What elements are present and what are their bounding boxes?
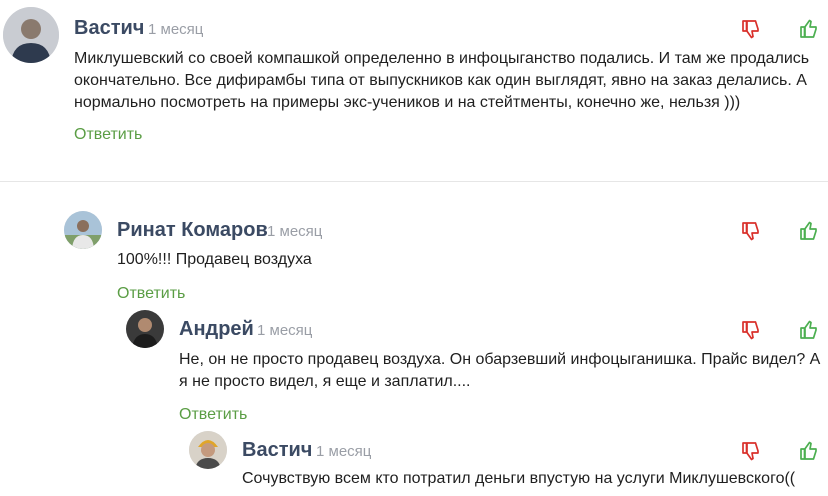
comment-author[interactable]: Вастич bbox=[242, 439, 312, 462]
thumbs-down-icon bbox=[742, 442, 759, 461]
thumbs-up-icon bbox=[800, 441, 817, 460]
reply-link[interactable]: Ответить bbox=[179, 406, 247, 424]
dislike-button[interactable] bbox=[740, 19, 760, 39]
dislike-button[interactable] bbox=[740, 441, 760, 461]
like-button[interactable] bbox=[798, 441, 818, 461]
thumbs-up-icon bbox=[800, 19, 817, 38]
dislike-button[interactable] bbox=[740, 221, 760, 241]
comment-text: Не, он не просто продавец воздуха. Он об… bbox=[179, 351, 821, 390]
comment-author[interactable]: Андрей bbox=[179, 318, 254, 341]
dislike-button[interactable] bbox=[740, 320, 760, 340]
avatar[interactable] bbox=[189, 431, 227, 469]
reply-link[interactable]: Ответить bbox=[117, 285, 185, 303]
avatar[interactable] bbox=[126, 310, 164, 348]
thumbs-up-icon bbox=[800, 221, 817, 240]
comment-timestamp: 1 месяц bbox=[267, 223, 323, 240]
like-button[interactable] bbox=[798, 221, 818, 241]
like-button[interactable] bbox=[798, 320, 818, 340]
divider bbox=[0, 181, 828, 182]
thumbs-down-icon bbox=[742, 20, 759, 39]
thumbs-down-icon bbox=[742, 222, 759, 241]
avatar[interactable] bbox=[3, 7, 59, 63]
like-button[interactable] bbox=[798, 19, 818, 39]
reply-link[interactable]: Ответить bbox=[74, 126, 142, 144]
comment-text: 100%!!! Продавец воздуха bbox=[117, 251, 312, 268]
comment-timestamp: 1 месяц bbox=[316, 443, 372, 460]
comment-author[interactable]: Вастич bbox=[74, 17, 144, 40]
comment-text: Сочувствую всем кто потратил деньги впус… bbox=[242, 470, 796, 487]
avatar[interactable] bbox=[64, 211, 102, 249]
thumbs-up-icon bbox=[800, 320, 817, 339]
comment-text: Миклушевский со своей компашкой определе… bbox=[74, 50, 810, 111]
comment-timestamp: 1 месяц bbox=[148, 21, 204, 38]
thumbs-down-icon bbox=[742, 321, 759, 340]
comment-author[interactable]: Ринат Комаров bbox=[117, 219, 268, 242]
comment-timestamp: 1 месяц bbox=[257, 322, 313, 339]
